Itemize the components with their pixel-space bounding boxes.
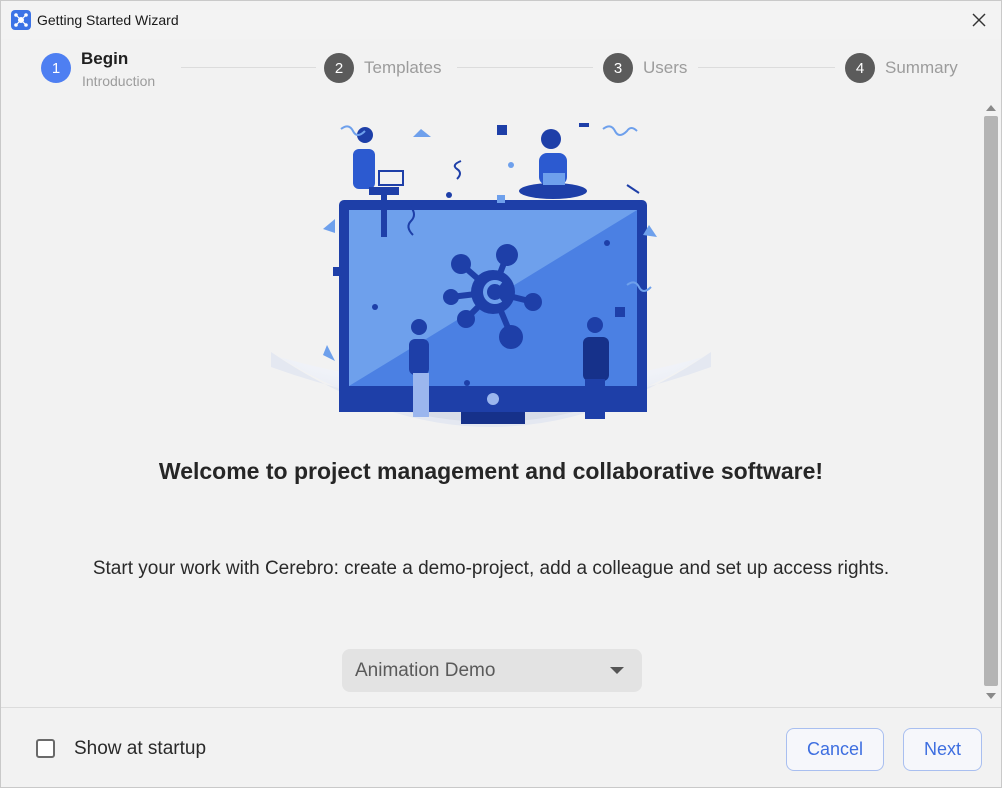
scroll-down-icon[interactable] (986, 693, 996, 699)
step-number: 2 (324, 53, 354, 83)
next-button[interactable]: Next (903, 728, 982, 771)
step-label: Templates (364, 58, 442, 77)
window-title: Getting Started Wizard (37, 12, 179, 28)
step-templates[interactable]: 2 Templates (324, 53, 441, 83)
step-number: 4 (845, 53, 875, 83)
title-bar: Getting Started Wizard (1, 1, 1001, 39)
select-value: Animation Demo (355, 660, 496, 681)
step-connector (181, 67, 316, 68)
welcome-description: Start your work with Cerebro: create a d… (92, 558, 890, 579)
step-connector (457, 67, 593, 68)
wizard-stepper: 1 Begin Introduction 2 Templates 3 Users… (1, 39, 1001, 99)
wizard-footer: Show at startup Cancel Next (1, 707, 1001, 788)
close-button[interactable] (957, 1, 1001, 39)
show-at-startup-label[interactable]: Show at startup (74, 738, 206, 760)
step-users[interactable]: 3 Users (603, 53, 687, 83)
step-number: 1 (41, 53, 71, 83)
step-summary[interactable]: 4 Summary (845, 53, 958, 83)
step-number: 3 (603, 53, 633, 83)
step-label: Users (643, 58, 688, 77)
scroll-thumb[interactable] (984, 116, 998, 686)
step-label: Begin (81, 49, 129, 68)
cerebro-app-icon (11, 10, 31, 30)
show-at-startup-checkbox[interactable] (36, 739, 55, 758)
vertical-scrollbar[interactable] (981, 99, 1001, 707)
welcome-headline: Welcome to project management and collab… (158, 458, 824, 484)
step-label: Summary (885, 58, 958, 77)
wizard-window: Getting Started Wizard 1 Begin Introduct… (0, 0, 1002, 788)
welcome-illustration (271, 123, 711, 427)
step-sublabel: Introduction (82, 73, 156, 89)
chevron-down-icon (610, 667, 624, 674)
wizard-content: Welcome to project management and collab… (1, 99, 981, 707)
demo-project-select[interactable]: Animation Demo (342, 649, 642, 692)
cancel-button[interactable]: Cancel (786, 728, 884, 771)
close-icon (972, 13, 986, 27)
step-connector (698, 67, 835, 68)
scroll-up-icon[interactable] (986, 105, 996, 111)
